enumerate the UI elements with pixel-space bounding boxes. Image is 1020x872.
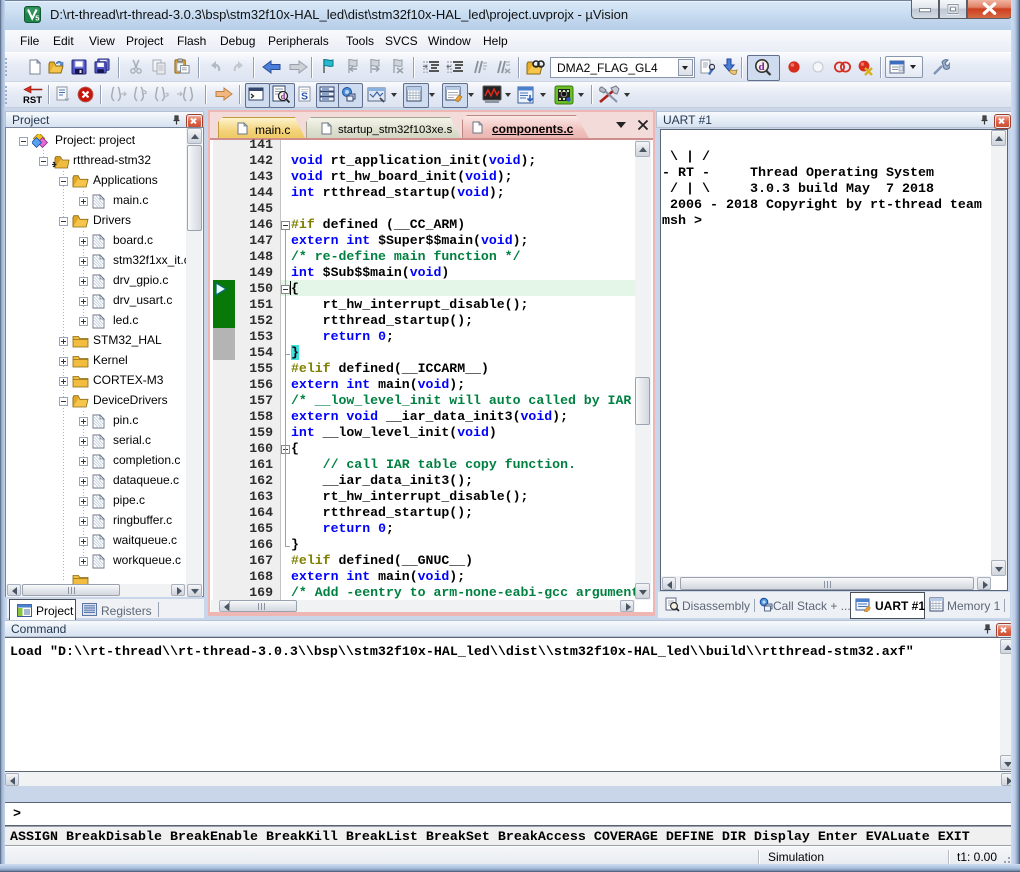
- svg-text:5: 5: [35, 13, 39, 22]
- svg-text:d: d: [759, 61, 765, 73]
- svg-text:S: S: [301, 91, 308, 103]
- svg-text:RST: RST: [23, 95, 42, 105]
- svg-text:d: d: [281, 92, 286, 101]
